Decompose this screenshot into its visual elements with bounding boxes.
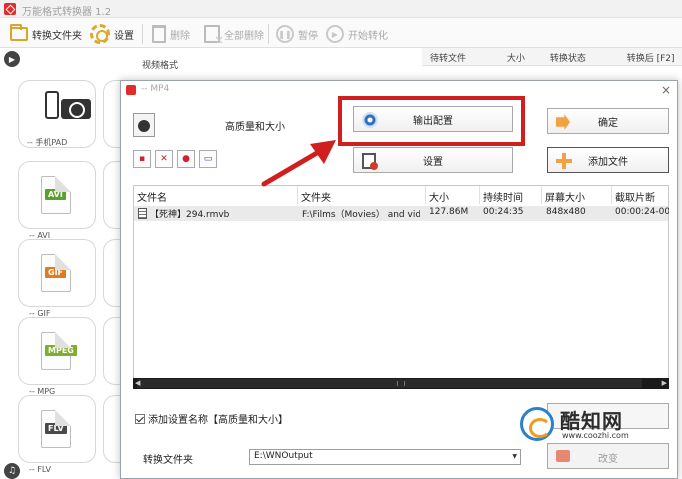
close-icon[interactable]: ×	[661, 83, 671, 97]
play-preview-icon[interactable]: ●	[177, 150, 195, 168]
col-size[interactable]: 大小	[426, 186, 480, 204]
format-avi[interactable]: AVI -- AVI	[18, 161, 96, 240]
col-size[interactable]: 大小	[499, 48, 542, 65]
file-table: 文件名 文件夹 大小 持续时间 屏幕大小 截取片断 【死神】294.rmvb F…	[133, 185, 669, 389]
add-file-button[interactable]: 添加文件	[547, 147, 669, 173]
trash-icon	[152, 25, 166, 43]
col-pending-file[interactable]: 待转文件	[422, 48, 499, 65]
scroll-left-icon[interactable]: ◀	[135, 379, 140, 387]
trash-x-icon	[204, 25, 224, 47]
col-converted[interactable]: 转换后 [F2]	[619, 48, 682, 65]
video-category-icon[interactable]: ▶	[4, 51, 20, 67]
col-status[interactable]: 转换状态	[542, 48, 619, 65]
add-name-label: 添加设置名称【高质量和大小】	[148, 415, 288, 426]
flv-file-icon: FLV	[41, 410, 71, 448]
pause-icon: ❚❚	[276, 25, 294, 43]
pointer-arrow-icon	[261, 140, 336, 187]
remove-file-icon[interactable]: ▪	[133, 150, 151, 168]
change-folder-label: 改变	[598, 454, 618, 465]
app-titlebar: 万能格式转换器 1.2	[0, 0, 682, 18]
file-tag: GIF	[45, 267, 67, 278]
folder-icon	[10, 24, 28, 41]
file-tag: MPEG	[45, 345, 77, 356]
cell-clip: 00:00:24-00:...	[615, 207, 669, 217]
gif-file-icon: GIF	[41, 254, 71, 292]
avi-file-icon: AVI	[41, 176, 71, 214]
format-mobile-pad[interactable]: -- 手机PAD	[18, 80, 96, 148]
change-folder-button[interactable]: 改变	[547, 443, 669, 469]
audio-category-icon[interactable]: ♫	[4, 463, 20, 479]
add-file-label: 添加文件	[588, 156, 628, 168]
coozhi-logo-icon	[520, 407, 554, 441]
checkbox-checked[interactable]	[135, 413, 145, 424]
output-folder-label: 转换文件夹	[32, 30, 82, 42]
toolbar: 转换文件夹 设置 删除 全部删除 ❚❚ 暂停 ▶ 开始转化	[0, 18, 682, 48]
mpeg-file-icon: MPEG	[41, 332, 77, 370]
app-logo-icon	[4, 3, 16, 15]
gear-icon	[90, 24, 110, 44]
watermark-text: 酷知网	[560, 409, 623, 433]
highlight-box	[338, 96, 525, 146]
file-tag: FLV	[45, 423, 67, 434]
watermark: 酷知网 www.coozhi.com	[520, 403, 660, 445]
format-mpg[interactable]: MPEG -- MPG	[18, 317, 96, 396]
output-folder-button[interactable]: 转换文件夹	[10, 22, 82, 46]
start-button[interactable]: ▶ 开始转化	[326, 22, 388, 46]
delete-all-button[interactable]: 全部删除	[204, 22, 264, 47]
toolbar-divider	[268, 24, 269, 44]
settings-toolbar-label: 设置	[114, 30, 134, 42]
format-sidebar: ▶ -- 手机PAD AVI -- AVI GIF -- GIF MPEG --…	[0, 48, 123, 479]
cell-filename: 【死神】294.rmvb	[138, 207, 296, 220]
info-icon[interactable]: ▭	[199, 150, 217, 168]
scroll-right-icon[interactable]: ▶	[662, 379, 667, 387]
settings-toolbar-button[interactable]: 设置	[90, 22, 134, 46]
cell-folder: F:\Films（Movies） and vid...	[302, 210, 420, 220]
dialog-title: -- MP4	[141, 84, 170, 94]
film-icon	[138, 208, 147, 219]
cell-size: 127.86M	[429, 207, 469, 217]
settings-label: 设置	[423, 156, 443, 168]
cell-duration: 00:24:35	[483, 207, 524, 217]
app-title: 万能格式转换器 1.2	[22, 7, 112, 18]
format-gif[interactable]: GIF -- GIF	[18, 239, 96, 318]
add-name-checkbox[interactable]: 添加设置名称【高质量和大小】	[135, 411, 288, 426]
profile-name: 高质量和大小	[225, 122, 285, 133]
pause-button[interactable]: ❚❚ 暂停	[276, 22, 318, 46]
delete-all-label: 全部删除	[224, 30, 264, 42]
clear-list-icon[interactable]: ✕	[155, 150, 173, 168]
delete-button[interactable]: 删除	[152, 22, 190, 46]
scrollbar-grip	[397, 381, 405, 386]
start-label: 开始转化	[348, 30, 388, 42]
ok-label: 确定	[598, 117, 618, 129]
table-row[interactable]: 【死神】294.rmvb F:\Films（Movies） and vid...…	[134, 206, 669, 221]
format-flv[interactable]: FLV -- FLV	[18, 395, 96, 474]
horizontal-scrollbar[interactable]: ◀ ▶	[133, 378, 669, 389]
settings-button[interactable]: 设置	[353, 147, 513, 173]
file-action-icons: ▪ ✕ ● ▭	[133, 150, 217, 168]
toolbar-divider	[142, 24, 143, 44]
watermark-url: www.coozhi.com	[562, 431, 629, 440]
pause-label: 暂停	[298, 30, 318, 42]
delete-label: 删除	[170, 30, 190, 42]
col-duration[interactable]: 持续时间	[480, 186, 542, 204]
play-icon: ▶	[326, 25, 344, 43]
cell-screen-size: 848x480	[546, 207, 586, 217]
output-folder-label: 转换文件夹	[143, 455, 193, 466]
format-label: -- FLV	[29, 465, 51, 474]
scrollbar-thumb[interactable]	[137, 379, 642, 388]
dialog-logo-icon	[126, 85, 136, 95]
video-profile-icon	[133, 113, 155, 137]
ok-button[interactable]: 确定	[547, 108, 669, 134]
output-folder-select[interactable]: E:\WNOutput	[249, 449, 521, 465]
col-screen-size[interactable]: 屏幕大小	[542, 186, 612, 204]
format-label: -- 手机PAD	[27, 138, 68, 147]
col-clip[interactable]: 截取片断	[612, 186, 668, 204]
main-table-header: 待转文件 大小 转换状态 转换后 [F2]	[422, 48, 682, 66]
video-format-label: 视频格式	[142, 61, 179, 71]
file-tag: AVI	[45, 189, 66, 200]
